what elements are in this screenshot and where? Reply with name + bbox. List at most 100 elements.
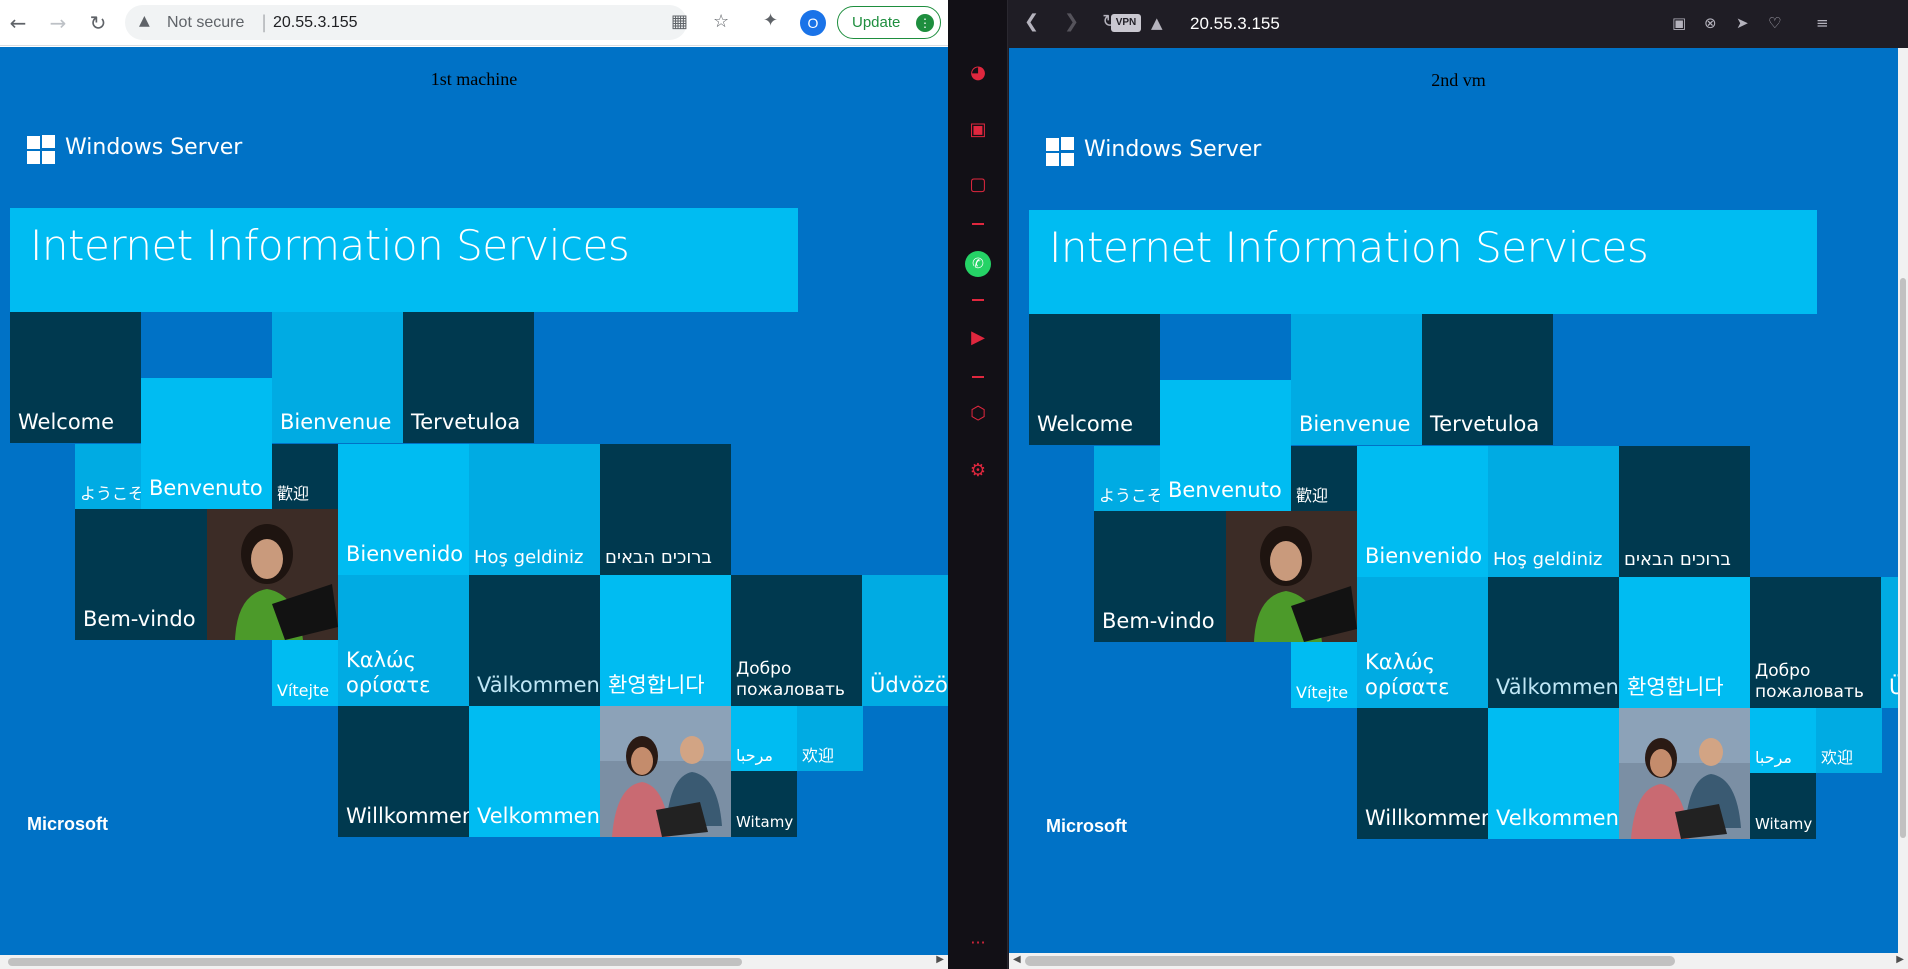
tile-label: 欢迎 — [802, 745, 835, 765]
tile-huanying-simp: 欢迎 — [797, 706, 863, 771]
update-button[interactable]: Update ⋮ — [837, 6, 941, 39]
opera-toolbar: ❮ ❯ ↻ VPN ▲ 20.55.3.155 ▣ ⊗ ➤ ♡ ≡ — [1008, 0, 1908, 48]
heart-icon[interactable]: ♡ — [1768, 14, 1781, 32]
tile-label: ようこそ — [80, 483, 141, 503]
tile-udvozoljuk: Üdvözöljük — [862, 575, 948, 706]
tile-label: Tervetuloa — [411, 409, 521, 434]
tile-valkommen: Välkommen — [1488, 577, 1619, 708]
easy-setup-icon[interactable]: ≡ — [1816, 14, 1829, 32]
scroll-left-arrow-icon[interactable]: ◀ — [1013, 954, 1021, 965]
snapshot-camera-icon[interactable]: ▣ — [1672, 14, 1686, 32]
tile-arabic: مرحبا — [731, 706, 797, 771]
microsoft-logo-text: Microsoft — [1046, 816, 1127, 836]
tile-label: ברוכים הבאים — [1624, 549, 1731, 571]
tile-bem-vindo: Bem-vindo — [75, 509, 207, 640]
update-label: Update — [852, 14, 901, 31]
tile-huanying-simp: 欢迎 — [1816, 708, 1882, 773]
scroll-right-arrow-icon[interactable]: ▶ — [1896, 954, 1904, 965]
horizontal-scrollbar[interactable]: ◀ ▶ — [1009, 953, 1908, 969]
tile-label: 欢迎 — [1821, 747, 1854, 767]
tile-label: Bienvenido — [346, 541, 464, 566]
page-viewport: 2nd vm Windows Server Internet Informati… — [1009, 48, 1908, 953]
tile-witamy: Witamy — [731, 771, 797, 837]
tile-bienvenue: Bienvenue — [1291, 314, 1422, 445]
iis-welcome-page: Windows Server Internet Information Serv… — [0, 47, 948, 947]
reload-icon[interactable]: ↻ — [85, 10, 111, 36]
menu-dots-icon[interactable]: ⋮ — [916, 14, 934, 32]
banner-title: Internet Information Services — [30, 221, 630, 270]
tile-valkommen: Välkommen — [469, 575, 600, 706]
sidebar-divider — [972, 376, 984, 378]
ad-block-icon[interactable]: ⊗ — [1704, 14, 1717, 32]
forward-icon[interactable]: → — [45, 10, 71, 36]
photo-illustration — [600, 706, 731, 837]
tile-label: Welcome — [1037, 411, 1134, 436]
back-icon[interactable]: ← — [5, 10, 31, 36]
tile-label: Καλώς ορίσατε — [346, 647, 431, 697]
tile-label: Bienvenue — [1299, 411, 1411, 436]
tile-label: ようこそ — [1099, 485, 1160, 505]
url-text[interactable]: 20.55.3.155 — [1190, 14, 1280, 34]
profile-avatar[interactable]: O — [800, 10, 826, 36]
whatsapp-icon[interactable]: ✆ — [965, 251, 991, 277]
microsoft-logo-text: Microsoft — [27, 814, 108, 834]
windows-logo-icon — [27, 135, 57, 165]
shopping-bag-icon[interactable]: ▣ — [967, 119, 989, 141]
tile-label: Tervetuloa — [1430, 411, 1540, 436]
sidebar-divider — [972, 299, 984, 301]
tile-huanying-trad: 歡迎 — [272, 444, 338, 509]
tile-label: 歡迎 — [1296, 485, 1329, 505]
tile-velkommen: Velkommen — [1488, 708, 1619, 839]
tile-kalos: Καλώς ορίσατε — [1357, 577, 1488, 708]
url-text[interactable]: 20.55.3.155 — [273, 14, 358, 32]
tile-bienvenido: Bienvenido — [338, 444, 469, 575]
tile-hos-geldiniz: Hoş geldiniz — [469, 444, 600, 575]
chrome-toolbar: ← → ↻ ▲ Not secure | 20.55.3.155 ▦ ☆ ✦ O… — [0, 0, 948, 46]
tile-arabic: مرحبا — [1750, 708, 1816, 773]
tile-label: Hoş geldiniz — [1493, 549, 1603, 571]
tile-label: Bem-vindo — [83, 606, 196, 631]
tile-willkommen: Willkommen — [1357, 708, 1488, 839]
tile-label: Välkommen — [477, 672, 600, 697]
tile-label: 歡迎 — [277, 483, 310, 503]
tile-vitejte: Vítejte — [1291, 642, 1357, 708]
tile-label: Bem-vindo — [1102, 608, 1215, 633]
tile-label: Willkommen — [1365, 805, 1488, 830]
extensions-puzzle-icon[interactable]: ✦ — [763, 10, 778, 31]
tile-label: Välkommen — [1496, 674, 1619, 699]
tile-label: Benvenuto — [1168, 477, 1282, 502]
crypto-wallet-cube-icon[interactable]: ⬡ — [967, 403, 989, 425]
settings-gear-icon[interactable]: ⚙ — [967, 460, 989, 482]
tile-label: Bienvenido — [1365, 543, 1483, 568]
scroll-right-arrow-icon[interactable]: ▶ — [936, 954, 944, 965]
more-options-icon[interactable]: ··· — [967, 932, 989, 954]
photo-illustration — [207, 509, 338, 640]
tile-russian: Добро пожаловать — [1750, 577, 1881, 708]
tile-label: مرحبا — [736, 745, 773, 765]
vertical-scrollbar[interactable] — [1898, 48, 1908, 953]
iis-banner: Internet Information Services — [10, 208, 798, 312]
back-icon[interactable]: ❮ — [1024, 11, 1039, 32]
horizontal-scrollbar[interactable]: ▶ — [0, 954, 948, 969]
tile-label: Welcome — [18, 409, 115, 434]
vpn-badge[interactable]: VPN — [1111, 14, 1141, 32]
bookmark-star-icon[interactable]: ☆ — [713, 11, 729, 32]
tile-label: Witamy — [736, 813, 794, 831]
address-bar[interactable]: ▲ Not secure | 20.55.3.155 ▦ ☆ — [125, 5, 729, 40]
scrollbar-thumb[interactable] — [1900, 278, 1906, 838]
scrollbar-thumb[interactable] — [8, 958, 742, 966]
tile-bienvenue: Bienvenue — [272, 312, 403, 443]
send-icon[interactable]: ➤ — [1736, 14, 1749, 32]
speed-dial-icon[interactable]: ◕ — [967, 62, 989, 84]
tile-witamy: Witamy — [1750, 773, 1816, 839]
tile-label: Witamy — [1755, 815, 1813, 833]
tile-label: Vítejte — [277, 680, 330, 700]
player-icon[interactable]: ▶ — [967, 327, 989, 349]
qr-code-icon[interactable]: ▦ — [671, 11, 688, 32]
scrollbar-thumb[interactable] — [1025, 956, 1675, 966]
tile-benvenuto: Benvenuto — [141, 378, 272, 509]
twitch-icon[interactable]: ▢ — [967, 174, 989, 196]
photo-illustration — [1226, 511, 1357, 642]
tile-willkommen: Willkommen — [338, 706, 469, 837]
forward-icon[interactable]: ❯ — [1064, 11, 1079, 32]
